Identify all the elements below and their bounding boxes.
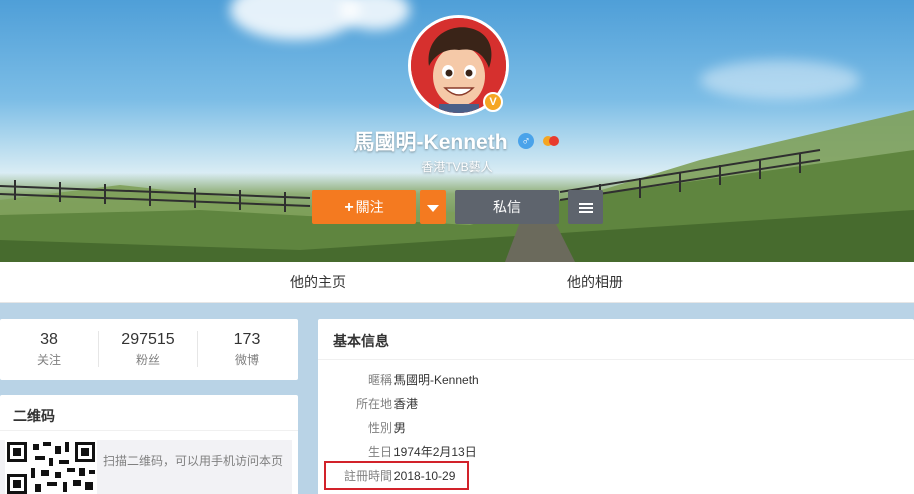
tab-home[interactable]: 他的主页 xyxy=(290,262,346,303)
info-value: 馬國明-Kenneth xyxy=(394,373,479,387)
message-button[interactable]: 私信 xyxy=(455,190,559,224)
profile-name-row: 馬國明-Kenneth ♂ xyxy=(0,126,914,156)
menu-icon xyxy=(578,201,593,215)
info-value: 男 xyxy=(394,421,407,435)
follow-label: 關注 xyxy=(355,199,384,215)
chevron-down-icon xyxy=(427,204,439,212)
stat-label: 微博 xyxy=(234,353,259,367)
info-row-location: 所在地： 香港 xyxy=(318,395,638,413)
tab-album[interactable]: 他的相册 xyxy=(567,262,623,303)
info-value: 香港 xyxy=(394,397,419,411)
verified-badge-icon: V xyxy=(483,92,503,112)
plus-icon: + xyxy=(344,199,354,216)
profile-bio: 香港TVB藝人 xyxy=(421,160,493,174)
stat-following[interactable]: 38 关注 xyxy=(0,319,98,380)
follow-button[interactable]: + 關注 xyxy=(312,190,416,224)
stat-posts[interactable]: 173 微博 xyxy=(198,319,296,380)
vip-level-icon[interactable] xyxy=(542,134,560,148)
info-row-gender: 性別： 男 xyxy=(318,419,638,437)
info-value: 1974年2月13日 xyxy=(394,445,477,459)
qr-title: 二维码 xyxy=(13,408,55,424)
more-menu-button[interactable] xyxy=(568,190,603,224)
basic-info-title: 基本信息 xyxy=(333,333,389,349)
info-row-birthday: 生日： 1974年2月13日 xyxy=(318,443,638,461)
profile-tabs: 他的主页 他的相册 xyxy=(0,262,914,303)
follow-dropdown-button[interactable] xyxy=(420,190,446,224)
stat-followers[interactable]: 297515 粉丝 xyxy=(99,319,197,380)
profile-name: 馬國明-Kenneth xyxy=(353,131,508,154)
stat-label: 关注 xyxy=(36,353,61,367)
stat-label: 粉丝 xyxy=(135,353,160,367)
qr-description: 扫描二维码，可以用手机访问本页 xyxy=(103,454,284,468)
info-row-nickname: 暱稱： 馬國明-Kenneth xyxy=(318,371,638,389)
stats-card: 38 关注 297515 粉丝 173 微博 xyxy=(0,319,298,380)
qr-code-icon[interactable] xyxy=(5,440,97,494)
highlight-box xyxy=(324,461,469,490)
stat-value: 297515 xyxy=(121,331,175,348)
male-gender-icon: ♂ xyxy=(518,133,534,149)
stat-value: 173 xyxy=(233,331,261,348)
stat-value: 38 xyxy=(40,331,58,348)
